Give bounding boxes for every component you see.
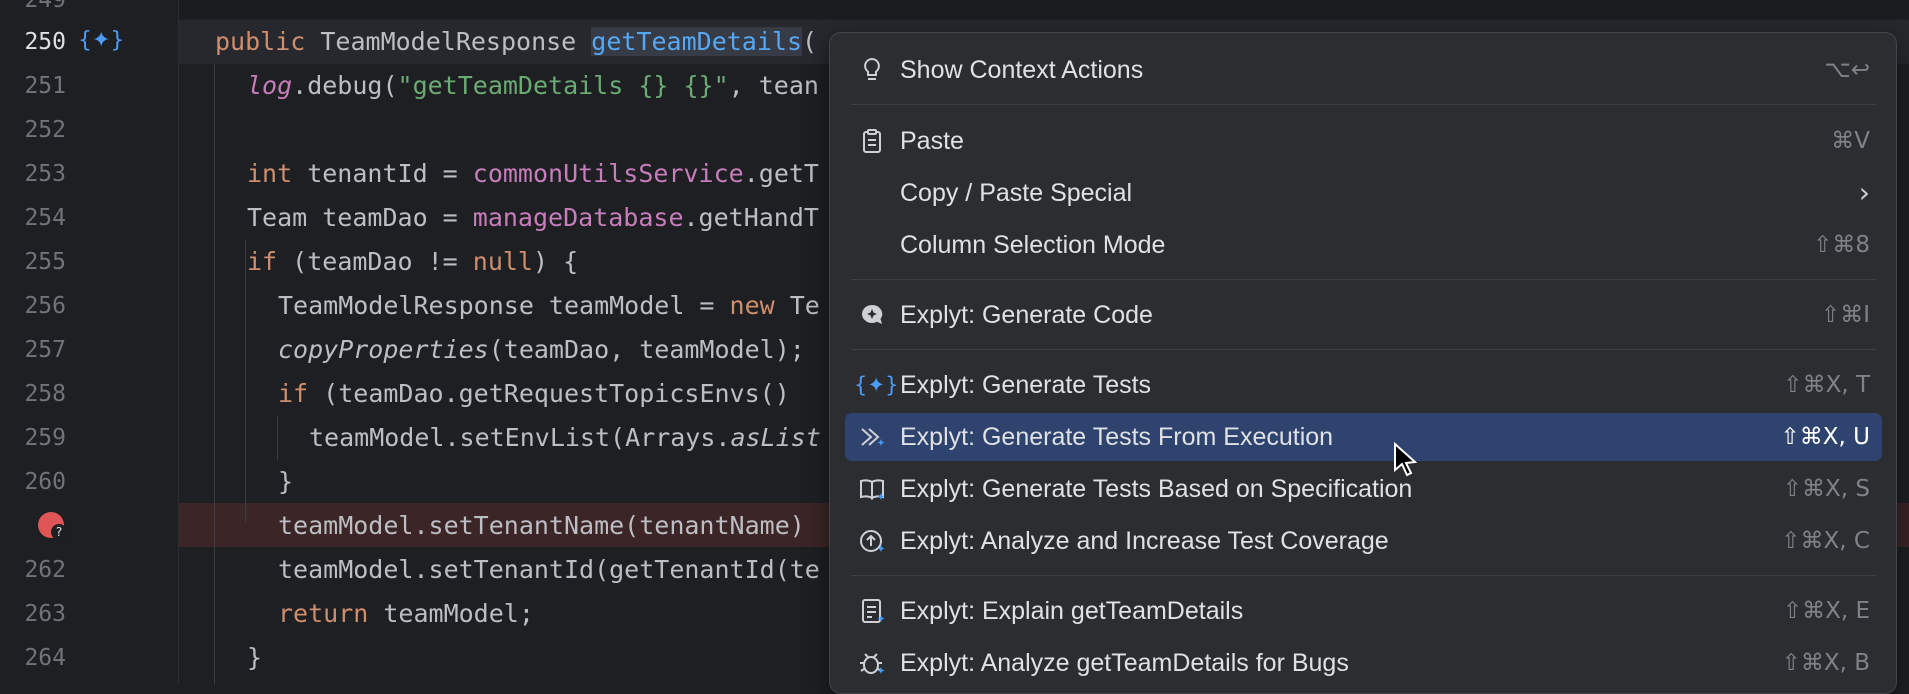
code-line-250: public TeamModelResponse getTeamDetails( — [215, 27, 818, 56]
code-line-251: log.debug("getTeamDetails {} {}", tean — [247, 71, 819, 100]
explyt-book-icon — [857, 474, 887, 504]
shortcut-label: ⇧⌘8 — [1813, 232, 1870, 258]
code-line-259: teamModel.setEnvList(Arrays.asList — [309, 423, 821, 452]
line-number: 257 — [24, 337, 66, 363]
context-menu[interactable]: Show Context Actions ⌥↩ Paste ⌘V Copy / … — [829, 32, 1897, 694]
explyt-chat-icon — [857, 300, 887, 330]
indent-guide — [277, 416, 278, 460]
code-line-254: Team teamDao = manageDatabase.getHandT — [247, 203, 819, 232]
menu-separator — [851, 575, 1876, 576]
line-number: 258 — [24, 381, 66, 407]
menu-item-explyt-analyze-coverage[interactable]: Explyt: Analyze and Increase Test Covera… — [845, 517, 1882, 565]
shortcut-label: ⇧⌘I — [1820, 302, 1870, 328]
line-number: 249 — [24, 0, 66, 13]
menu-item-explyt-generate-code[interactable]: Explyt: Generate Code ⇧⌘I — [845, 291, 1882, 339]
menu-item-explyt-generate-tests-specification[interactable]: Explyt: Generate Tests Based on Specific… — [845, 465, 1882, 513]
line-number: 259 — [24, 425, 66, 451]
line-number: 256 — [24, 293, 66, 319]
code-line-256: TeamModelResponse teamModel = new Te — [278, 291, 820, 320]
shortcut-label: ⇧⌘X, U — [1780, 424, 1870, 450]
chevron-right-icon: › — [1858, 176, 1870, 209]
line-number: 251 — [24, 73, 66, 99]
shortcut-label: ⌥↩ — [1824, 57, 1870, 83]
lightbulb-icon — [857, 55, 887, 85]
code-line-264: } — [247, 643, 263, 672]
indent-guide — [245, 240, 246, 522]
menu-item-paste[interactable]: Paste ⌘V — [845, 117, 1882, 165]
menu-separator — [851, 104, 1876, 105]
breakpoint-question-badge: ? — [51, 524, 67, 540]
shortcut-label: ⇧⌘X, S — [1782, 476, 1870, 502]
menu-item-show-context-actions[interactable]: Show Context Actions ⌥↩ — [845, 46, 1882, 94]
code-line-253: int tenantId = commonUtilsService.getT — [247, 159, 819, 188]
line-number: 253 — [24, 161, 66, 187]
explyt-braces-icon: {✦} — [854, 373, 899, 397]
explyt-doc-icon — [857, 596, 887, 626]
explyt-gutter-icon[interactable]: {✦} — [78, 28, 124, 56]
shortcut-label: ⇧⌘X, E — [1782, 598, 1870, 624]
code-line-255: if (teamDao != null) { — [247, 247, 579, 276]
menu-item-explyt-explain[interactable]: Explyt: Explain getTeamDetails ⇧⌘X, E — [845, 587, 1882, 635]
code-line-263: return teamModel; — [278, 599, 534, 628]
line-number: 254 — [24, 205, 66, 231]
line-number: 260 — [24, 469, 66, 495]
menu-separator — [851, 279, 1876, 280]
line-number: 252 — [24, 117, 66, 143]
menu-item-explyt-analyze-bugs[interactable]: Explyt: Analyze getTeamDetails for Bugs … — [845, 639, 1882, 687]
code-line-261: teamModel.setTenantName(tenantName) — [278, 511, 805, 540]
clipboard-icon — [857, 126, 887, 156]
menu-separator — [851, 349, 1876, 350]
code-line-257: copyProperties(teamDao, teamModel); — [278, 335, 805, 364]
shortcut-label: ⇧⌘X, C — [1781, 528, 1870, 554]
line-number: 255 — [24, 249, 66, 275]
menu-item-copy-paste-special[interactable]: Copy / Paste Special › — [845, 169, 1882, 217]
code-line-262: teamModel.setTenantId(getTenantId(te — [278, 555, 820, 584]
indent-guide — [214, 64, 215, 684]
menu-item-explyt-generate-tests-from-execution[interactable]: Explyt: Generate Tests From Execution ⇧⌘… — [845, 413, 1882, 461]
line-number: 250 — [24, 29, 66, 55]
line-number-gutter[interactable]: 249 250 251 252 253 254 255 256 257 258 … — [0, 0, 179, 683]
code-line-260: } — [278, 467, 294, 496]
shortcut-label: ⌘V — [1831, 128, 1870, 154]
menu-item-column-selection-mode[interactable]: Column Selection Mode ⇧⌘8 — [845, 221, 1882, 269]
shortcut-label: ⇧⌘X, T — [1783, 372, 1870, 398]
menu-item-explyt-generate-tests[interactable]: {✦} Explyt: Generate Tests ⇧⌘X, T — [845, 361, 1882, 409]
top-tab-strip — [0, 0, 1909, 18]
explyt-coverage-icon — [857, 526, 887, 556]
code-line-258: if (teamDao.getRequestTopicsEnvs() — [278, 379, 790, 408]
line-number: 263 — [24, 601, 66, 627]
line-number: 264 — [24, 645, 66, 671]
explyt-run-icon — [857, 422, 887, 452]
explyt-bug-icon — [857, 648, 887, 678]
selected-method-name: getTeamDetails — [591, 27, 803, 56]
line-number: 262 — [24, 557, 66, 583]
shortcut-label: ⇧⌘X, B — [1781, 650, 1870, 676]
